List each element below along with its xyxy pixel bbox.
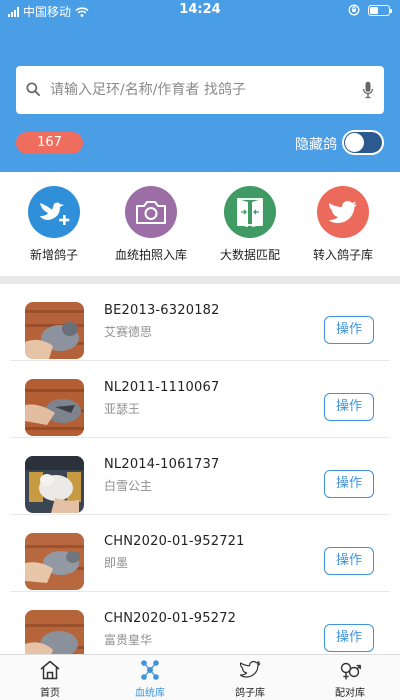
battery-icon (368, 4, 392, 16)
header: 中国移动 14:24 请输入足环/名称/作育者 找鸽子 167 隐藏鸽 (0, 0, 400, 172)
big-data-match-label: 大数据匹配 (219, 248, 280, 262)
pigeon-name: 富贵皇华 (104, 633, 153, 647)
pigeon-name: 白雪公主 (104, 479, 153, 493)
operate-button[interactable]: 操作 (324, 393, 374, 421)
operate-button[interactable]: 操作 (324, 316, 374, 344)
tab-pigeon-library[interactable]: 鸽子库 (200, 655, 300, 700)
ring-number: NL2011-1110067 (104, 380, 220, 395)
list-item[interactable]: CHN2020-01-95272 富贵皇华 操作 (10, 592, 390, 654)
pigeon-name: 艾赛德思 (104, 325, 153, 339)
hide-pigeons-label: 隐藏鸽 (295, 137, 337, 153)
tab-pedigree-label: 血统库 (135, 688, 165, 699)
tab-pedigree[interactable]: 血统库 (100, 655, 200, 700)
bottom-tab-bar: 首页 血统库 鸽子库 配对库 (0, 654, 400, 700)
pigeon-name: 即墨 (104, 556, 129, 570)
status-time: 14:24 (179, 2, 221, 17)
home-icon (40, 660, 60, 680)
pigeon-photo (25, 610, 84, 654)
hide-pigeons-toggle[interactable] (342, 130, 384, 155)
toggle-knob (345, 133, 364, 152)
pedigree-icon (141, 660, 159, 680)
pigeon-count-badge: 167 (16, 132, 83, 154)
ring-number: NL2014-1061737 (104, 457, 220, 472)
ring-number: CHN2020-01-952721 (104, 534, 245, 549)
operate-button[interactable]: 操作 (324, 624, 374, 652)
tab-home[interactable]: 首页 (0, 655, 100, 700)
list-item[interactable]: NL2011-1110067 亚瑟王 操作 (10, 361, 390, 438)
orientation-lock-icon (348, 4, 360, 16)
match-door-icon (224, 186, 276, 238)
tab-home-label: 首页 (40, 688, 60, 699)
search-bar[interactable]: 请输入足环/名称/作育者 找鸽子 (16, 66, 384, 114)
pigeon-list: BE2013-6320182 艾赛德思 操作 NL2011-1110067 亚瑟… (0, 284, 400, 654)
pigeon-photo (25, 533, 84, 590)
transfer-pigeon-label: 转入鸽子库 (312, 248, 373, 262)
search-icon (26, 82, 40, 96)
operate-button[interactable]: 操作 (324, 470, 374, 498)
transfer-pigeon-button[interactable]: 转入鸽子库 (293, 186, 393, 263)
tab-pairing-label: 配对库 (335, 688, 365, 699)
section-divider (0, 276, 400, 284)
pedigree-photo-button[interactable]: 血统拍照入库 (101, 186, 201, 263)
big-data-match-button[interactable]: 大数据匹配 (200, 186, 300, 263)
microphone-icon[interactable] (362, 81, 374, 99)
bird-icon (239, 660, 261, 678)
pairing-icon (340, 662, 361, 680)
status-bar: 中国移动 14:24 (0, 0, 400, 22)
bird-icon (317, 186, 369, 238)
add-pigeon-icon (28, 186, 80, 238)
add-pigeon-button[interactable]: 新增鸽子 (4, 186, 104, 263)
ring-number: CHN2020-01-95272 (104, 611, 237, 626)
pigeon-photo (25, 456, 84, 513)
pedigree-photo-label: 血统拍照入库 (114, 248, 187, 262)
list-item[interactable]: CHN2020-01-952721 即墨 操作 (10, 515, 390, 592)
pigeon-photo (25, 302, 84, 359)
ring-number: BE2013-6320182 (104, 303, 220, 318)
list-item[interactable]: BE2013-6320182 艾赛德思 操作 (10, 284, 390, 361)
add-pigeon-label: 新增鸽子 (29, 248, 78, 262)
list-item[interactable]: NL2014-1061737 白雪公主 操作 (10, 438, 390, 515)
tab-pigeon-library-label: 鸽子库 (235, 688, 265, 699)
tab-pairing[interactable]: 配对库 (300, 655, 400, 700)
quick-actions: 新增鸽子 血统拍照入库 大数据匹配 转入鸽子库 (0, 172, 400, 276)
pigeon-photo (25, 379, 84, 436)
search-input[interactable]: 请输入足环/名称/作育者 找鸽子 (50, 66, 246, 114)
pigeon-name: 亚瑟王 (104, 402, 141, 416)
camera-icon (125, 186, 177, 238)
operate-button[interactable]: 操作 (324, 547, 374, 575)
